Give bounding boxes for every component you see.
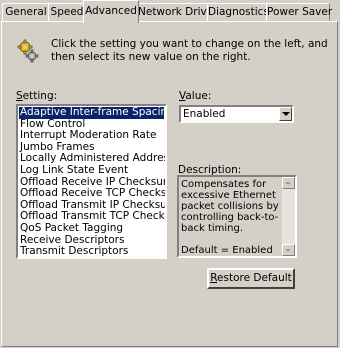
chevron-down-icon[interactable] (279, 107, 292, 121)
setting-list-item[interactable]: QoS Packet Tagging (19, 222, 164, 235)
description-body: Compensates for excessive Ethernet packe… (181, 179, 279, 234)
description-box: Compensates for excessive Ethernet packe… (177, 175, 297, 258)
scroll-down-arrow-icon[interactable] (282, 244, 295, 256)
tab-power-saver[interactable]: Power Saver (266, 3, 332, 21)
setting-list-item[interactable]: Transmit Descriptors (19, 246, 164, 257)
setting-label-rest: etting: (22, 90, 58, 102)
setting-list-item[interactable]: Log Link State Event (19, 164, 164, 177)
value-dropdown-selected: Enabled (183, 108, 226, 120)
description-default: Default = Enabled (181, 245, 273, 256)
value-dropdown[interactable]: Enabled (179, 105, 294, 123)
setting-list-item[interactable]: Adaptive Inter-frame Spacing (19, 106, 165, 119)
setting-label-mnemonic: S (16, 90, 23, 102)
scroll-up-arrow-icon[interactable] (282, 177, 295, 189)
instructions-text: Click the setting you want to change on … (51, 38, 328, 63)
description-scrollbar[interactable] (282, 177, 295, 256)
setting-listbox[interactable]: Adaptive Inter-frame Spacing Flow Control… (16, 104, 167, 259)
tab-network-driver[interactable]: Network Driver (137, 3, 218, 21)
description-text: Compensates for excessive Ethernet packe… (181, 179, 281, 256)
tab-speed[interactable]: Speed (48, 3, 86, 21)
tab-general[interactable]: General (2, 3, 50, 21)
gear-icon (17, 39, 39, 63)
value-label-rest: alue: (185, 90, 212, 102)
restore-default-button[interactable]: Restore Default (207, 268, 295, 289)
setting-list-item[interactable]: Offload Receive TCP Checksum (19, 188, 165, 200)
value-label: Value: (179, 90, 211, 102)
tab-strip: General Speed Advanced Network Driver Di… (0, 0, 340, 23)
tab-advanced[interactable]: Advanced (83, 0, 139, 23)
setting-label: Setting: (16, 90, 57, 102)
restore-default-label: estore Default (217, 272, 292, 284)
tab-diagnostics[interactable]: Diagnostics (207, 3, 269, 21)
